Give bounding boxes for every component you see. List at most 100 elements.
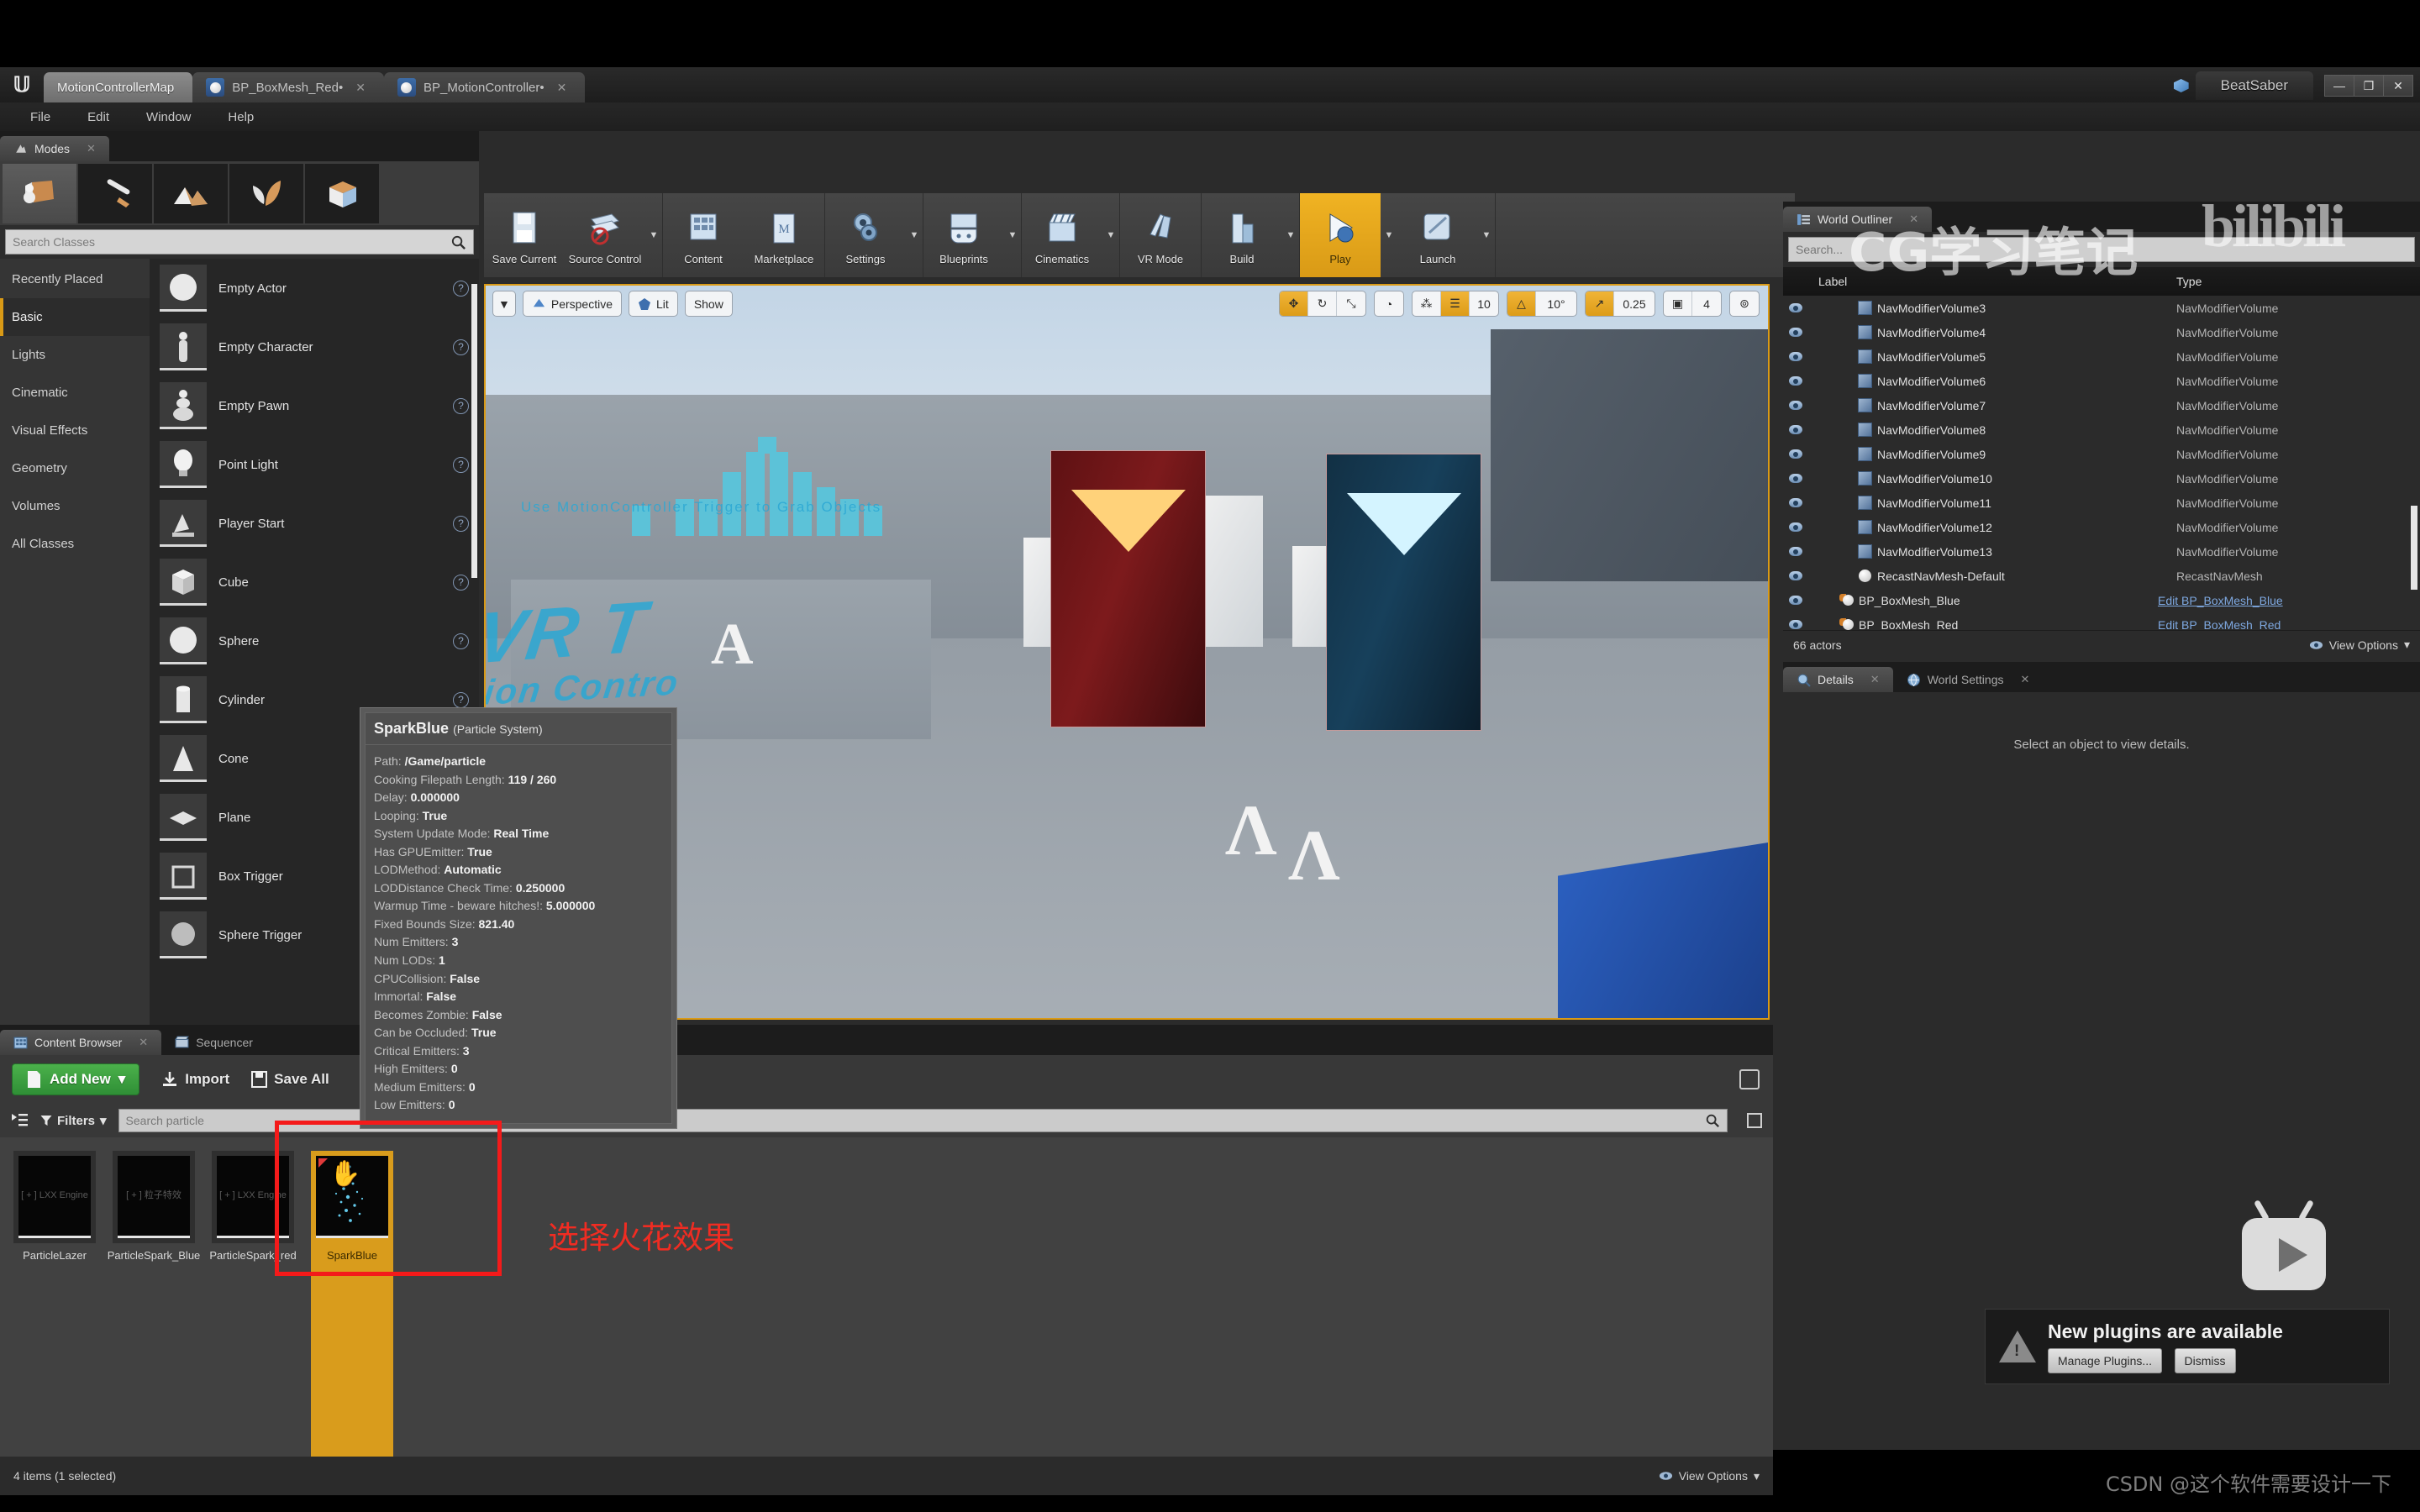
world-local-toggle[interactable]: ◔ [1375,291,1403,316]
search-classes-input[interactable]: Search Classes [5,229,474,255]
tab-motioncontrollermap[interactable]: MotionControllerMap [44,72,192,102]
table-row[interactable]: NavModifierVolume9 NavModifierVolume [1783,442,2420,466]
chevron-down-icon[interactable]: ▼ [1381,193,1397,277]
geometry-edit-mode-button[interactable] [305,164,379,223]
sources-panel-icon[interactable] [10,1112,29,1129]
table-row[interactable]: NavModifierVolume6 NavModifierVolume [1783,369,2420,393]
visibility-eye-icon[interactable] [1783,571,1808,580]
close-icon[interactable]: ✕ [355,81,366,95]
visibility-eye-icon[interactable] [1783,328,1808,337]
column-type[interactable]: Type [2176,275,2420,288]
maximize-button[interactable]: ❐ [2354,75,2384,97]
close-icon[interactable]: ✕ [2020,673,2029,686]
scale-tool[interactable]: ⤡ [1337,291,1365,316]
grid-snap-value[interactable]: 10 [1470,291,1498,316]
add-new-button[interactable]: Add New ▾ [12,1063,139,1095]
grid-snap-toggle[interactable]: ☰ [1441,291,1470,316]
category-lights[interactable]: Lights [0,336,150,374]
view-mode-perspective[interactable]: Perspective [523,291,622,317]
tab-modes[interactable]: Modes ✕ [0,136,109,161]
close-icon[interactable]: ✕ [1870,673,1880,686]
menu-edit[interactable]: Edit [69,110,128,124]
foliage-mode-button[interactable] [229,164,303,223]
help-icon[interactable]: ? [453,575,469,591]
table-row[interactable]: RecastNavMesh-Default RecastNavMesh [1783,564,2420,588]
build-button[interactable]: Build [1202,193,1282,277]
tab-bp-motioncontroller[interactable]: BP_MotionController• ✕ [384,72,585,102]
visibility-eye-icon[interactable] [1783,522,1808,532]
bp-boxmesh-red-actor[interactable] [1050,450,1206,727]
content-button[interactable]: Content [663,193,744,277]
save-current-button[interactable]: Save Current [484,193,565,277]
category-visual-effects[interactable]: Visual Effects [0,412,150,449]
close-button[interactable]: ✕ [2383,75,2413,97]
chevron-down-icon[interactable]: ▼ [1004,193,1021,277]
list-item[interactable]: Player Start ? [150,494,479,553]
visibility-eye-icon[interactable] [1783,449,1808,459]
visibility-eye-icon[interactable] [1783,303,1808,312]
chevron-down-icon[interactable]: ▼ [1478,193,1495,277]
camera-speed-toggle[interactable]: ▣ [1664,291,1692,316]
close-icon[interactable]: ✕ [557,81,567,95]
rotate-tool[interactable]: ↻ [1308,291,1337,316]
launch-button[interactable]: Launch [1397,193,1478,277]
table-row[interactable]: NavModifierVolume12 NavModifierVolume [1783,515,2420,539]
lock-content-browser-icon[interactable] [1739,1069,1760,1089]
viewport-menu-button[interactable]: ▼ [492,291,516,317]
visibility-eye-icon[interactable] [1783,547,1808,556]
cinematics-button[interactable]: Cinematics [1022,193,1102,277]
table-row[interactable]: NavModifierVolume13 NavModifierVolume [1783,539,2420,564]
row-type-link[interactable]: Edit BP_BoxMesh_Blue [2158,594,2420,607]
visibility-eye-icon[interactable] [1783,474,1808,483]
row-type-link[interactable]: Edit BP_BoxMesh_Red [2158,618,2420,631]
asset-item[interactable]: [ + ] LXX Engine ParticleLazer [13,1151,96,1460]
table-row[interactable]: BP_BoxMesh_Blue Edit BP_BoxMesh_Blue [1783,588,2420,612]
chevron-down-icon[interactable]: ▼ [906,193,923,277]
help-icon[interactable]: ? [453,398,469,414]
category-volumes[interactable]: Volumes [0,487,150,525]
filters-button[interactable]: Filters ▾ [40,1113,107,1128]
vr-mode-button[interactable]: VR Mode [1120,193,1201,277]
camera-speed-value[interactable]: 4 [1692,291,1721,316]
save-all-button[interactable]: Save All [251,1071,329,1088]
help-icon[interactable]: ? [453,692,469,708]
help-icon[interactable]: ? [453,457,469,473]
table-row[interactable]: NavModifierVolume10 NavModifierVolume [1783,466,2420,491]
close-icon[interactable]: ✕ [139,1036,148,1049]
content-browser-settings-icon[interactable] [1746,1112,1763,1129]
visibility-eye-icon[interactable] [1783,376,1808,386]
class-list-scrollbar[interactable] [471,284,477,578]
help-icon[interactable]: ? [453,633,469,649]
show-flags-menu[interactable]: Show [685,291,733,317]
bp-boxmesh-blue-actor[interactable] [1326,454,1481,731]
menu-help[interactable]: Help [209,110,272,124]
table-row[interactable]: NavModifierVolume11 NavModifierVolume [1783,491,2420,515]
category-all-classes[interactable]: All Classes [0,525,150,563]
tab-details[interactable]: Details ✕ [1783,667,1893,692]
table-row[interactable]: NavModifierVolume8 NavModifierVolume [1783,417,2420,442]
play-button[interactable]: Play [1300,193,1381,277]
category-geometry[interactable]: Geometry [0,449,150,487]
landscape-mode-button[interactable] [154,164,228,223]
category-cinematic[interactable]: Cinematic [0,374,150,412]
visibility-eye-icon[interactable] [1783,352,1808,361]
list-item[interactable]: Empty Character ? [150,318,479,376]
import-button[interactable]: Import [161,1071,229,1088]
table-row[interactable]: NavModifierVolume7 NavModifierVolume [1783,393,2420,417]
list-item[interactable]: Empty Pawn ? [150,376,479,435]
chevron-down-icon[interactable]: ▼ [1282,193,1299,277]
scale-snap-toggle[interactable]: ↗ [1586,291,1614,316]
help-icon[interactable]: ? [453,516,469,532]
rotation-snap-value[interactable]: 10° [1536,291,1576,316]
asset-item-sparkblue[interactable]: SparkBlue [311,1151,393,1460]
outliner-scrollbar[interactable] [2411,506,2417,590]
list-item[interactable]: Sphere ? [150,612,479,670]
tab-sequencer[interactable]: Sequencer [161,1030,266,1055]
visibility-eye-icon[interactable] [1783,401,1808,410]
category-recently-placed[interactable]: Recently Placed [0,260,150,298]
asset-item[interactable]: [ + ] LXX Engine ParticleSpark_red [212,1151,294,1460]
table-row[interactable]: BP_BoxMesh_Red Edit BP_BoxMesh_Red [1783,612,2420,630]
settings-button[interactable]: Settings [825,193,906,277]
outliner-view-options[interactable]: View Options ▾ [2309,638,2410,652]
tab-content-browser[interactable]: Content Browser ✕ [0,1030,161,1055]
